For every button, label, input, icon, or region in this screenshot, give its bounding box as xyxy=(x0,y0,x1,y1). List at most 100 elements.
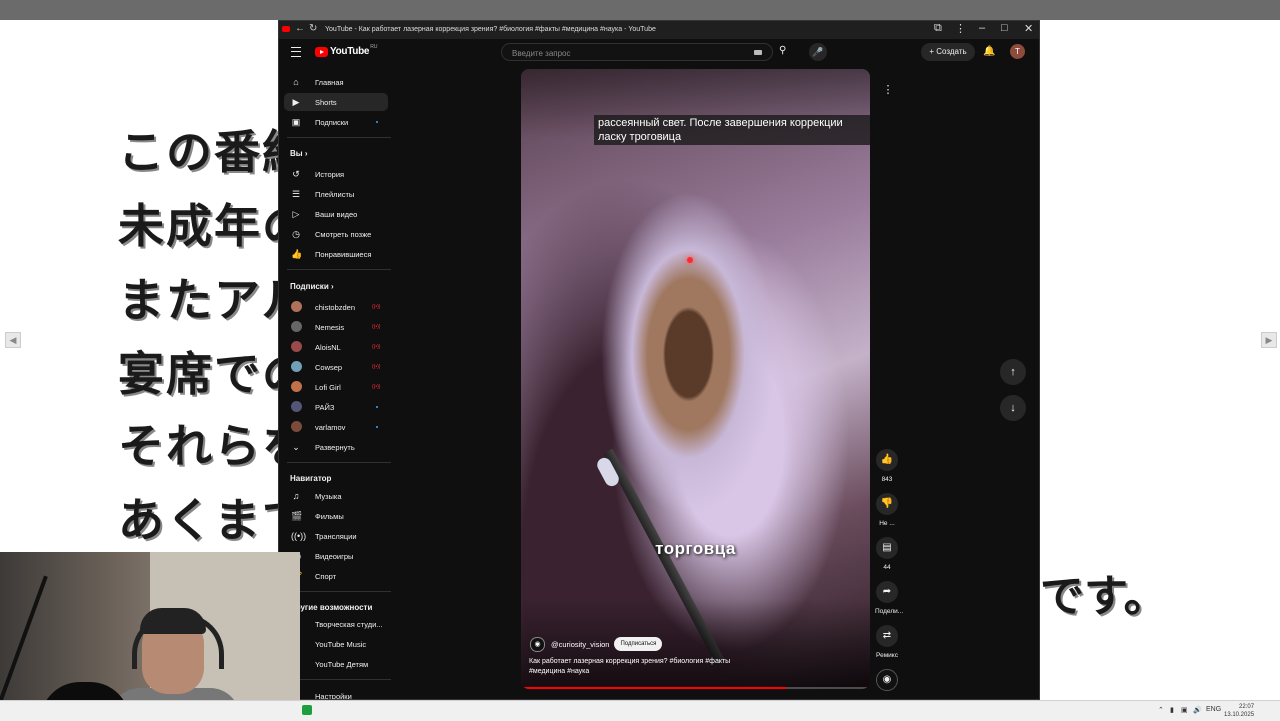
more-features-header: Другие возможности xyxy=(290,603,373,612)
channel-avatar xyxy=(291,421,302,432)
sidebar-item-channel[interactable]: Cowsep ((•)) xyxy=(284,358,388,376)
previous-short-button[interactable]: ↑ xyxy=(1000,359,1026,385)
sidebar-item-label: Плейлисты xyxy=(315,190,355,199)
sidebar-item-label: Видеоигры xyxy=(315,552,354,561)
sidebar-item-channel[interactable]: chistobzden ((•)) xyxy=(284,298,388,316)
film-icon: 🎬 xyxy=(291,511,303,521)
divider xyxy=(287,137,391,138)
shorts-icon: ▶ xyxy=(292,97,300,107)
new-content-dot xyxy=(376,121,378,123)
sidebar-item-label: Трансляции xyxy=(315,532,357,541)
sidebar-item-label: Главная xyxy=(315,78,344,87)
sidebar-item-channel[interactable]: Lofi Girl ((•)) xyxy=(284,378,388,396)
search-icon[interactable]: ⚲ xyxy=(779,45,786,56)
sidebar-item-liked[interactable]: 👍 Понравившиеся xyxy=(284,245,388,263)
right-arrow-icon: ▶ xyxy=(1261,332,1277,348)
region-label: RU xyxy=(370,43,378,50)
comment-count: 44 xyxy=(883,564,891,571)
create-button[interactable]: + Создать xyxy=(921,43,975,61)
sidebar-item-subscriptions[interactable]: ▣ Подписки xyxy=(284,113,388,131)
reload-icon[interactable]: ↻ xyxy=(309,23,317,34)
sidebar-item-label: varlamov xyxy=(315,423,346,432)
youtube-favicon-icon xyxy=(282,26,290,32)
sidebar-item-label: Lofi Girl xyxy=(315,383,341,392)
sidebar-item-label: Развернуть xyxy=(315,443,355,452)
notifications-bell-icon[interactable]: 🔔 xyxy=(983,46,995,57)
extensions-icon[interactable]: ⧉ xyxy=(934,22,942,35)
subs-header-label: Подписки xyxy=(290,282,329,291)
sidebar-item-playlists[interactable]: ☰ Плейлисты xyxy=(284,185,388,203)
keyboard-icon[interactable] xyxy=(754,50,762,55)
like-button[interactable]: 👍 843 xyxy=(875,449,899,483)
subscribe-button[interactable]: Подписаться xyxy=(614,637,663,651)
menu-dots-icon[interactable]: ⋮ xyxy=(955,22,966,35)
sidebar-item-live[interactable]: ((•)) Трансляции xyxy=(284,527,388,545)
close-icon[interactable]: ✕ xyxy=(1024,22,1033,35)
your-videos-icon: ▷ xyxy=(292,209,300,219)
navigator-section-header: Навигатор xyxy=(290,474,332,483)
sidebar-item-label: Cowsep xyxy=(315,363,343,372)
dislike-button[interactable]: 👎 Не ... xyxy=(875,493,899,527)
channel-logo-button[interactable]: ◉ xyxy=(875,669,899,691)
sidebar-item-label: Понравившиеся xyxy=(315,250,372,259)
back-icon[interactable]: ← xyxy=(295,23,305,34)
volume-icon[interactable]: 🔊 xyxy=(1193,706,1202,714)
language-indicator[interactable]: ENG xyxy=(1206,706,1221,713)
sidebar-item-watch-later[interactable]: ◷ Смотреть позже xyxy=(284,225,388,243)
sidebar-item-music[interactable]: ♫ Музыка xyxy=(284,487,388,505)
next-short-button[interactable]: ↓ xyxy=(1000,395,1026,421)
maximize-icon[interactable]: □ xyxy=(1001,22,1008,34)
sidebar-item-label: История xyxy=(315,170,345,179)
sidebar-item-channel[interactable]: Nemesis ((•)) xyxy=(284,318,388,336)
sidebar-item-expand[interactable]: ⌄ Развернуть xyxy=(284,438,388,456)
sidebar-item-your-videos[interactable]: ▷ Ваши видео xyxy=(284,205,388,223)
sidebar-item-films[interactable]: 🎬 Фильмы xyxy=(284,507,388,525)
taskbar-app-icon[interactable] xyxy=(302,705,312,715)
avatar[interactable]: T xyxy=(1010,44,1025,59)
comments-button[interactable]: ▤ 44 xyxy=(875,537,899,571)
you-header-label: Вы xyxy=(290,149,303,158)
chevron-right-icon: › xyxy=(304,149,308,158)
home-icon: ⌂ xyxy=(293,77,299,87)
subscriptions-section-header[interactable]: Подписки › xyxy=(290,282,334,291)
sidebar-item-label: Nemesis xyxy=(315,323,345,332)
sidebar-item-home[interactable]: ⌂ Главная xyxy=(284,73,388,91)
sidebar-item-channel[interactable]: varlamov xyxy=(284,418,388,436)
sidebar-item-channel[interactable]: AloisNL ((•)) xyxy=(284,338,388,356)
clock[interactable]: 22:07 13.10.2025 xyxy=(1224,703,1254,719)
channel-name[interactable]: @curiosity_vision xyxy=(551,640,609,649)
video-caption-top: рассеянный свет. После завершения коррек… xyxy=(594,115,870,145)
sidebar-item-shorts[interactable]: ▶ Shorts xyxy=(284,93,388,111)
sidebar-item-history[interactable]: ↺ История xyxy=(284,165,388,183)
channel-logo-icon[interactable]: ◉ xyxy=(530,636,545,652)
hamburger-menu-icon[interactable] xyxy=(291,47,301,57)
more-options-icon[interactable]: ⋮ xyxy=(877,79,899,101)
live-icon: ((•)) xyxy=(372,344,381,350)
tray-chevron-icon[interactable]: ⌃ xyxy=(1158,706,1164,714)
live-icon: ((•)) xyxy=(372,324,381,330)
channel-avatar xyxy=(291,401,302,412)
you-section-header[interactable]: Вы › xyxy=(290,149,308,158)
video-description[interactable]: Как работает лазерная коррекция зрения? … xyxy=(529,657,759,677)
sidebar-item-label: chistobzden xyxy=(315,303,356,312)
minimize-icon[interactable]: – xyxy=(979,22,985,34)
chevron-right-icon: › xyxy=(330,282,334,291)
stream-top-bar xyxy=(0,0,1280,20)
shorts-video-player[interactable]: рассеянный свет. После завершения коррек… xyxy=(521,69,870,689)
sidebar-item-label: Смотреть позже xyxy=(315,230,372,239)
sidebar-item-label: Музыка xyxy=(315,492,342,501)
progress-bar[interactable] xyxy=(521,687,870,689)
sidebar-item-channel[interactable]: РАЙЗ xyxy=(284,398,388,416)
channel-avatar xyxy=(291,381,302,392)
microphone-icon[interactable]: 🎤 xyxy=(809,43,827,61)
search-input[interactable] xyxy=(510,46,734,60)
channel-row: ◉ @curiosity_vision Подписаться xyxy=(530,636,663,652)
youtube-logo[interactable]: YouTube RU xyxy=(315,43,378,57)
share-button[interactable]: ➦ Подели... xyxy=(875,581,903,615)
new-content-dot xyxy=(376,426,378,428)
remix-button[interactable]: ⇄ Ремикс xyxy=(875,625,899,659)
like-count: 843 xyxy=(881,476,893,483)
microphone-tray-icon[interactable]: ▮ xyxy=(1170,706,1174,714)
sidebar-item-label: Спорт xyxy=(315,572,337,581)
network-icon[interactable]: ▣ xyxy=(1181,706,1188,714)
